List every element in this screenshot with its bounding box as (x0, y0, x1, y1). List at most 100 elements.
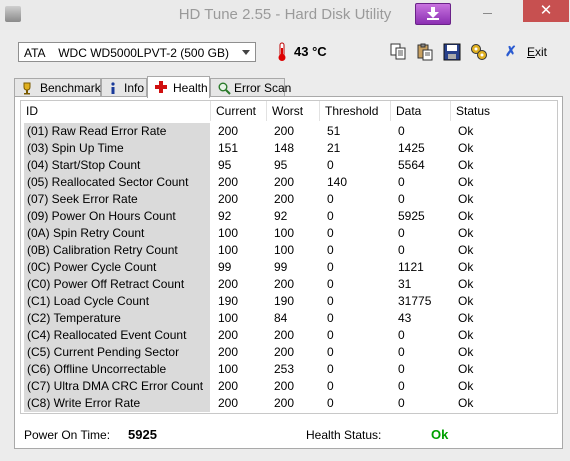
cell-data: 31 (398, 277, 412, 291)
cell-current: 190 (218, 294, 239, 308)
table-row[interactable]: (09) Power On Hours Count 92 92 0 5925 Ok (21, 208, 557, 225)
minimize-button[interactable] (475, 2, 501, 22)
paste-icon[interactable] (416, 43, 434, 61)
table-row[interactable]: (04) Start/Stop Count 95 95 0 5564 Ok (21, 157, 557, 174)
cell-data: 5564 (398, 158, 425, 172)
cell-data: 1425 (398, 141, 425, 155)
cell-id: (03) Spin Up Time (24, 140, 210, 157)
cell-status: Ok (458, 277, 474, 291)
table-row[interactable]: (C1) Load Cycle Count 190 190 0 31775 Ok (21, 293, 557, 310)
table-row[interactable]: (C6) Offline Uncorrectable 100 253 0 0 Ok (21, 361, 557, 378)
table-row[interactable]: (C0) Power Off Retract Count 200 200 0 31 Ok (21, 276, 557, 293)
table-row[interactable]: (0A) Spin Retry Count 100 100 0 0 Ok (21, 225, 557, 242)
cell-status: Ok (458, 226, 474, 240)
cell-status: Ok (458, 345, 474, 359)
column-header-current[interactable]: Current (211, 101, 267, 121)
cell-id: (05) Reallocated Sector Count (24, 174, 210, 191)
cell-id: (C1) Load Cycle Count (24, 293, 210, 310)
table-row[interactable]: (01) Raw Read Error Rate 200 200 51 0 Ok (21, 123, 557, 140)
table-row[interactable]: (03) Spin Up Time 151 148 21 1425 Ok (21, 140, 557, 157)
table-row[interactable]: (C4) Reallocated Event Count 200 200 0 0 Ok (21, 327, 557, 344)
cell-worst: 190 (274, 294, 295, 308)
cell-data: 0 (398, 192, 405, 206)
table-row[interactable]: (C2) Temperature 100 84 0 43 Ok (21, 310, 557, 327)
cell-threshold: 0 (327, 362, 334, 376)
cell-current: 200 (218, 192, 239, 206)
table-row[interactable]: (0B) Calibration Retry Count 100 100 0 0 Ok (21, 242, 557, 259)
column-header-threshold[interactable]: Threshold (320, 101, 391, 121)
cell-id: (C0) Power Off Retract Count (24, 276, 210, 293)
copy-icon[interactable] (390, 43, 408, 61)
cell-worst: 200 (274, 345, 295, 359)
tab-info[interactable]: Info (101, 78, 147, 96)
column-header-id[interactable]: ID (21, 101, 211, 121)
cell-data: 0 (398, 345, 405, 359)
table-row[interactable]: (C7) Ultra DMA CRC Error Count 200 200 0 0 Ok (21, 378, 557, 395)
cell-worst: 200 (274, 277, 295, 291)
cell-current: 100 (218, 243, 239, 257)
cell-data: 0 (398, 396, 405, 410)
cell-worst: 92 (274, 209, 288, 223)
cell-current: 200 (218, 396, 239, 410)
cell-data: 0 (398, 175, 405, 189)
smart-table[interactable]: ID Current Worst Threshold Data Status (… (20, 100, 558, 414)
power-on-time-value: 5925 (128, 427, 157, 442)
column-header-status[interactable]: Status (451, 101, 557, 121)
chevron-down-icon (242, 50, 250, 55)
cell-worst: 100 (274, 243, 295, 257)
power-on-time-label: Power On Time: (24, 428, 111, 442)
cell-threshold: 51 (327, 124, 341, 138)
cell-current: 99 (218, 260, 232, 274)
tab-health[interactable]: Health (147, 76, 210, 98)
cell-data: 0 (398, 124, 405, 138)
exit-icon: ✗ (505, 43, 517, 59)
cell-worst: 200 (274, 396, 295, 410)
cell-id: (0A) Spin Retry Count (24, 225, 210, 242)
cell-status: Ok (458, 328, 474, 342)
cell-threshold: 0 (327, 311, 334, 325)
cell-status: Ok (458, 124, 474, 138)
cell-status: Ok (458, 141, 474, 155)
options-icon[interactable] (470, 43, 488, 61)
cell-status: Ok (458, 209, 474, 223)
save-icon[interactable] (443, 43, 461, 61)
cell-data: 0 (398, 226, 405, 240)
cell-id: (07) Seek Error Rate (24, 191, 210, 208)
cell-threshold: 21 (327, 141, 341, 155)
cell-worst: 200 (274, 328, 295, 342)
cell-status: Ok (458, 396, 474, 410)
table-row[interactable]: (C5) Current Pending Sector 200 200 0 0 Ok (21, 344, 557, 361)
cell-id: (C5) Current Pending Sector (24, 344, 210, 361)
drive-select[interactable]: ATA WDC WD5000LPVT-2 (500 GB) (18, 42, 256, 62)
table-row[interactable]: (05) Reallocated Sector Count 200 200 140 0 O… (21, 174, 557, 191)
cell-data: 0 (398, 362, 405, 376)
cell-id: (01) Raw Read Error Rate (24, 123, 210, 140)
drive-select-value: ATA WDC WD5000LPVT-2 (500 GB) (24, 46, 229, 60)
minimize-to-tray-button[interactable] (415, 3, 451, 25)
down-arrow-icon (427, 7, 439, 20)
tab-error-scan[interactable]: Error Scan (210, 78, 291, 96)
column-header-worst[interactable]: Worst (267, 101, 320, 121)
cell-id: (C6) Offline Uncorrectable (24, 361, 210, 378)
column-header-data[interactable]: Data (391, 101, 451, 121)
cell-threshold: 0 (327, 158, 334, 172)
cell-current: 100 (218, 362, 239, 376)
cell-worst: 253 (274, 362, 295, 376)
cell-status: Ok (458, 175, 474, 189)
cell-data: 0 (398, 379, 405, 393)
cell-current: 200 (218, 175, 239, 189)
table-row[interactable]: (07) Seek Error Rate 200 200 0 0 Ok (21, 191, 557, 208)
cell-status: Ok (458, 260, 474, 274)
health-status-value: Ok (431, 427, 449, 442)
table-header: ID Current Worst Threshold Data Status (21, 101, 557, 121)
cell-current: 200 (218, 328, 239, 342)
title-bar: HD Tune 2.55 - Hard Disk Utility ✕ (0, 0, 570, 30)
table-row[interactable]: (0C) Power Cycle Count 99 99 0 1121 Ok (21, 259, 557, 276)
close-button[interactable]: ✕ (523, 0, 569, 22)
cell-status: Ok (458, 379, 474, 393)
cell-threshold: 0 (327, 243, 334, 257)
table-row[interactable]: (C8) Write Error Rate 200 200 0 0 Ok (21, 395, 557, 412)
cell-worst: 200 (274, 124, 295, 138)
tab-benchmark[interactable]: Benchmark (14, 78, 101, 96)
cell-threshold: 0 (327, 345, 334, 359)
